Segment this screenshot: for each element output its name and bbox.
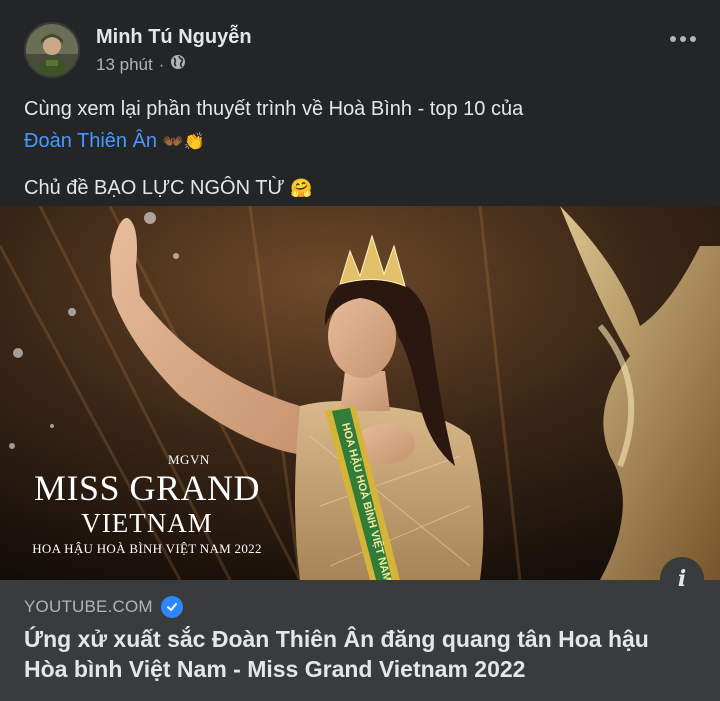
logo-subtitle: HOA HẬU HOÀ BÌNH VIỆT NAM 2022 bbox=[32, 541, 262, 556]
verified-check-icon bbox=[160, 596, 183, 618]
mention-link[interactable]: Đoàn Thiên Ân bbox=[24, 130, 157, 152]
link-domain: YOUTUBE.COM bbox=[24, 597, 153, 616]
post-text-line1: Cùng xem lại phần thuyết trình về Hoà Bì… bbox=[24, 98, 524, 120]
post-text-line2: Chủ đề BẠO LỰC NGÔN TỪ bbox=[24, 177, 285, 199]
mention-emoji: 👐🏾👏 bbox=[162, 132, 205, 151]
author-name[interactable]: Minh Tú Nguyễn bbox=[96, 24, 252, 50]
post-image[interactable]: HOA HẬU HOÀ BÌNH VIỆT NAM MGVN MISS GRAN… bbox=[0, 206, 720, 580]
post-meta: 13 phút · bbox=[96, 54, 186, 76]
logo-title-line1: MISS GRAND bbox=[33, 468, 261, 508]
avatar[interactable] bbox=[24, 22, 80, 78]
globe-icon bbox=[170, 54, 186, 76]
miss-grand-logo: MISS GRAND VIETNAM HOA HẬU HOÀ BÌNH VIỆT… bbox=[22, 468, 272, 558]
logo-tag: MGVN bbox=[168, 452, 210, 467]
post-text: Cùng xem lại phần thuyết trình về Hoà Bì… bbox=[24, 93, 696, 204]
logo-title-line2: VIETNAM bbox=[81, 508, 213, 538]
hugging-emoji: 🤗 bbox=[290, 178, 313, 198]
info-icon[interactable]: i bbox=[660, 557, 704, 601]
more-options-icon[interactable] bbox=[670, 36, 696, 42]
link-preview[interactable]: YOUTUBE.COM Ứng xử xuất sắc Đoàn Thiên Â… bbox=[0, 580, 720, 701]
post-timestamp[interactable]: 13 phút bbox=[96, 54, 153, 76]
post-card: Minh Tú Nguyễn 13 phút · Cùng xem lại ph… bbox=[0, 0, 720, 701]
meta-separator: · bbox=[158, 55, 165, 74]
link-headline[interactable]: Ứng xử xuất sắc Đoàn Thiên Ân đăng quang… bbox=[24, 624, 696, 684]
link-domain-row: YOUTUBE.COM bbox=[24, 596, 183, 618]
